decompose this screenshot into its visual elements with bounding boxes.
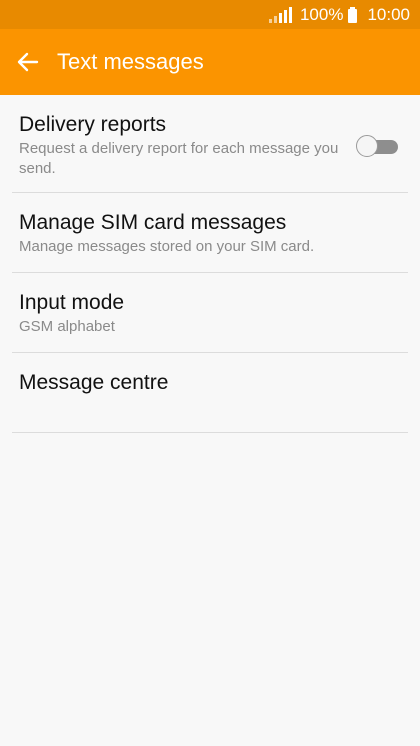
battery-percent: 100% xyxy=(299,4,344,24)
input-mode-row[interactable]: Input mode GSM alphabet xyxy=(12,273,408,353)
status-bar: 100% 10:00 xyxy=(0,0,420,29)
message-centre-title: Message centre xyxy=(19,371,169,394)
signal-icon xyxy=(268,6,292,23)
input-mode-title: Input mode xyxy=(19,291,125,314)
sim-messages-summary: Manage messages stored on your SIM card. xyxy=(19,238,315,255)
delivery-reports-title: Delivery reports xyxy=(19,113,167,136)
message-centre-row[interactable]: Message centre xyxy=(12,353,408,433)
app-bar: Text messages xyxy=(0,29,420,95)
delivery-reports-toggle[interactable] xyxy=(356,135,400,157)
delivery-reports-summary: Request a delivery report for each messa… xyxy=(19,140,339,177)
page-title: Text messages xyxy=(57,49,204,74)
delivery-reports-row[interactable]: Delivery reports Request a delivery repo… xyxy=(12,95,408,193)
sim-messages-title: Manage SIM card messages xyxy=(19,211,287,234)
toggle-thumb xyxy=(356,135,378,157)
back-button[interactable] xyxy=(0,29,56,95)
sim-messages-row[interactable]: Manage SIM card messages Manage messages… xyxy=(12,193,408,273)
settings-list: Delivery reports Request a delivery repo… xyxy=(0,95,420,433)
clock: 10:00 xyxy=(367,4,410,24)
battery-icon xyxy=(348,6,358,23)
arrow-left-icon xyxy=(17,52,39,72)
input-mode-summary: GSM alphabet xyxy=(19,318,115,335)
